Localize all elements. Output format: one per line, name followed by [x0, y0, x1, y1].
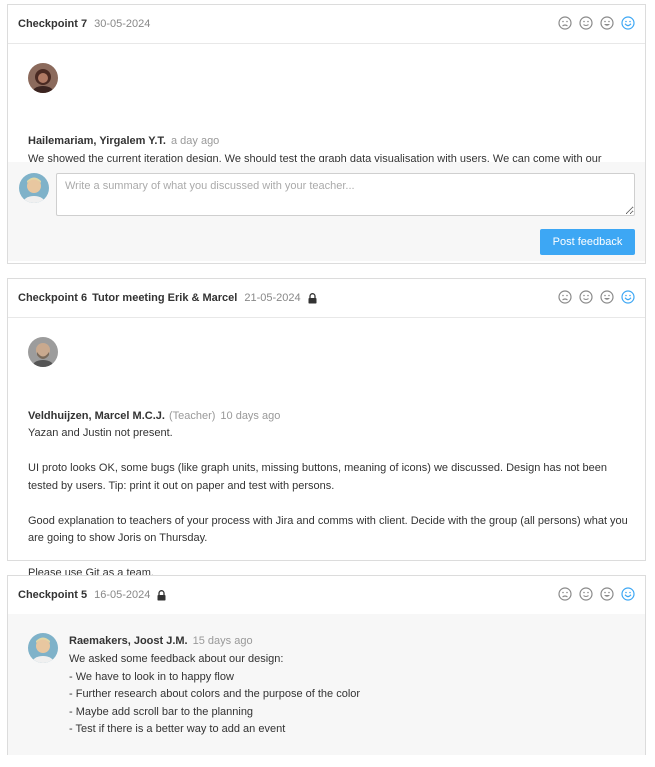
rating-smileys [558, 290, 635, 304]
comment-time: 15 days ago [192, 635, 253, 647]
very-happy-face-icon[interactable] [621, 587, 635, 601]
avatar [28, 633, 58, 663]
comment-role: (Teacher) [168, 410, 216, 422]
happy-face-icon[interactable] [600, 290, 614, 304]
neutral-face-icon[interactable] [579, 290, 593, 304]
rating-smileys [558, 587, 635, 601]
checkpoint-header: Checkpoint 6 Tutor meeting Erik & Marcel… [8, 279, 645, 318]
happy-face-icon[interactable] [600, 16, 614, 30]
lock-icon [157, 589, 166, 600]
checkpoint-title: Checkpoint 6 [18, 292, 88, 304]
checkpoint-card-7: Checkpoint 7 30-05-2024 Hailemariam, Yir… [7, 4, 646, 264]
checkpoint-card-5: Checkpoint 5 16-05-2024 Raemakers, Joost… [7, 575, 646, 755]
post-feedback-button[interactable]: Post feedback [540, 229, 635, 255]
feedback-textarea[interactable] [56, 173, 635, 216]
sad-face-icon[interactable] [558, 16, 572, 30]
comment-author: Raemakers, Joost J.M. [69, 635, 188, 647]
sad-face-icon[interactable] [558, 290, 572, 304]
comment-meta: Veldhuijzen, Marcel M.C.J. (Teacher) 10 da… [28, 410, 280, 422]
neutral-face-icon[interactable] [579, 16, 593, 30]
avatar [28, 63, 58, 93]
very-happy-face-icon[interactable] [621, 290, 635, 304]
comment-meta: Hailemariam, Yirgalem Y.T. a day ago [28, 135, 219, 147]
checkpoint-date: 30-05-2024 [94, 18, 151, 30]
comment: Raemakers, Joost J.M. 15 days ago We aske… [8, 614, 645, 755]
avatar [19, 173, 49, 203]
checkpoint-title: Checkpoint 7 [18, 18, 88, 30]
sad-face-icon[interactable] [558, 587, 572, 601]
very-happy-face-icon[interactable] [621, 16, 635, 30]
checkpoint-header: Checkpoint 7 30-05-2024 [8, 5, 645, 44]
rating-smileys [558, 16, 635, 30]
comment-author: Hailemariam, Yirgalem Y.T. [28, 135, 166, 147]
neutral-face-icon[interactable] [579, 587, 593, 601]
comment-author: Veldhuijzen, Marcel M.C.J. [28, 410, 165, 422]
comment-time: a day ago [170, 135, 220, 147]
comment-text: We asked some feedback about our design:… [69, 653, 361, 735]
comment-meta: Raemakers, Joost J.M. 15 days ago [69, 635, 253, 647]
comment-text: Yazan and Justin not present. UI proto l… [28, 427, 628, 579]
checkpoint-card-6: Checkpoint 6 Tutor meeting Erik & Marcel… [7, 278, 646, 579]
avatar [28, 337, 58, 367]
comment-time: 10 days ago [220, 410, 281, 422]
feedback-form: Post feedback [8, 162, 645, 261]
lock-icon [308, 292, 317, 303]
happy-face-icon[interactable] [600, 587, 614, 601]
checkpoint-date: 21-05-2024 [244, 292, 301, 304]
checkpoint-subtitle: Tutor meeting Erik & Marcel [92, 292, 238, 304]
checkpoint-title: Checkpoint 5 [18, 589, 88, 601]
checkpoint-header: Checkpoint 5 16-05-2024 [8, 576, 645, 615]
checkpoint-date: 16-05-2024 [94, 589, 151, 601]
